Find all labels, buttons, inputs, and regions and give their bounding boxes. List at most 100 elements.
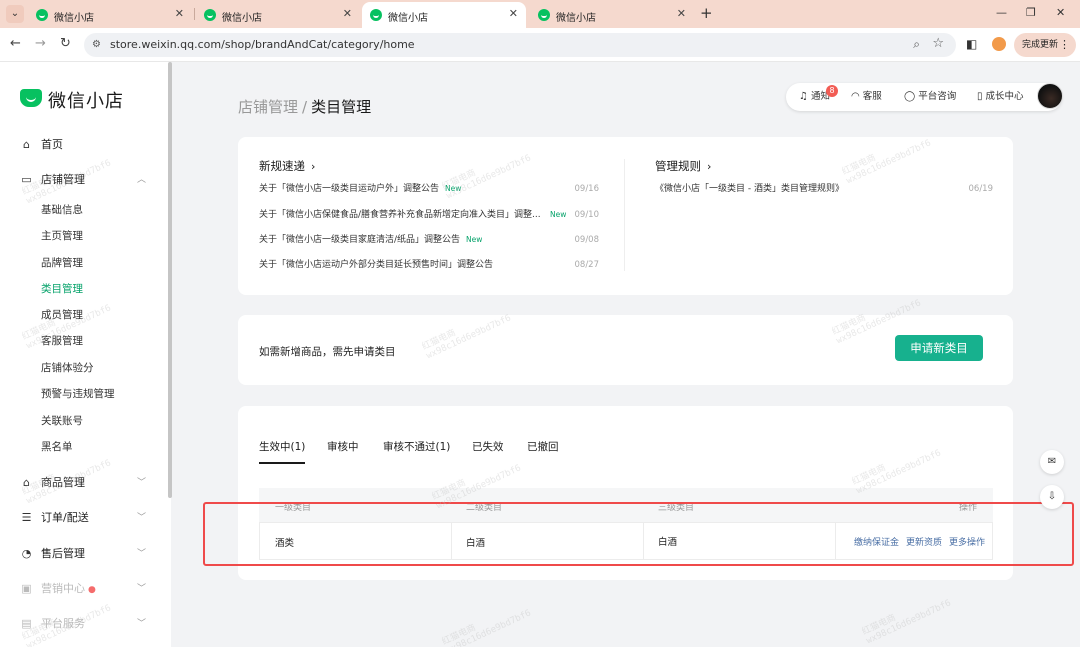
sidebar-item-label: 平台服务 <box>41 617 85 630</box>
breadcrumb-parent[interactable]: 店铺管理 <box>238 98 298 116</box>
bookmark-star-icon[interactable]: ☆ <box>932 36 944 51</box>
tab-reviewing[interactable]: 审核中 <box>327 440 359 454</box>
message-float-icon[interactable]: ✉ <box>1040 450 1064 474</box>
rules-title-text: 管理规则 <box>655 159 701 173</box>
news-item-title: 关于「微信小店保健食品/膳食营养补充食品新增定向准入类目」调整... <box>259 210 541 220</box>
sidebar-item-label: 售后管理 <box>41 547 85 560</box>
announcement-card: 新规速递 › 关于「微信小店一级类目运动户外」调整公告 New 09/16 关于「微… <box>238 137 1013 295</box>
chevron-down-icon: ﹀ <box>137 513 147 523</box>
new-badge: New <box>550 210 567 219</box>
sidebar-subitem-experience-score[interactable]: 店铺体验分 <box>41 361 94 375</box>
news-item-title: 关于「微信小店运动户外部分类目延长预售时间」调整公告 <box>259 260 494 270</box>
news-item[interactable]: 关于「微信小店运动户外部分类目延长预售时间」调整公告 08/27 <box>259 258 599 272</box>
page-title: 类目管理 <box>311 98 372 116</box>
profile-avatar-icon[interactable] <box>992 37 1006 51</box>
browser-tab[interactable]: 微信小店 ✕ <box>28 2 192 28</box>
news-item-date: 09/10 <box>574 210 600 220</box>
news-item[interactable]: 关于「微信小店一级类目运动户外」调整公告 New 09/16 <box>259 182 599 196</box>
browser-tab-active[interactable]: 微信小店 ✕ <box>362 2 526 28</box>
zoom-icon[interactable]: ⌕ <box>913 37 920 52</box>
tab-title: 微信小店 <box>222 13 262 24</box>
tab-close-icon[interactable]: ✕ <box>677 7 686 20</box>
sidebar-subitem-blacklist[interactable]: 黑名单 <box>41 440 73 454</box>
address-bar[interactable]: ⚙ store.weixin.qq.com/shop/brandAndCat/c… <box>84 33 956 57</box>
news-item-date: 08/27 <box>574 260 600 270</box>
news-item-date: 09/16 <box>574 184 600 194</box>
back-arrow-icon[interactable]: ← <box>10 37 21 51</box>
restore-icon[interactable]: ❐ <box>1026 6 1036 19</box>
update-button[interactable]: 完成更新 <box>1014 33 1076 57</box>
url-text[interactable]: store.weixin.qq.com/shop/brandAndCat/cat… <box>110 38 415 51</box>
wechat-store-favicon-icon <box>36 9 48 21</box>
window-close-icon[interactable]: ✕ <box>1056 6 1065 19</box>
chevron-right-icon: › <box>707 160 712 173</box>
forward-arrow-icon[interactable]: → <box>35 37 46 51</box>
wechat-store-logo-icon <box>20 89 42 107</box>
tab-expired[interactable]: 已失效 <box>472 440 504 454</box>
minimize-icon[interactable]: — <box>996 6 1007 19</box>
apply-category-card: 如需新增商品，需先申请类目 申请新类目 <box>238 315 1013 385</box>
news-item-title: 关于「微信小店一级类目家庭清洁/纸品」调整公告 New <box>259 235 483 245</box>
headset-icon: ◔ <box>21 547 32 560</box>
tab-divider <box>194 8 195 20</box>
sidebar-subitem-warnings[interactable]: 预警与违规管理 <box>41 387 115 401</box>
tab-active[interactable]: 生效中(1) <box>259 440 306 464</box>
logo-text: 微信小店 <box>48 91 124 112</box>
chevron-down-icon: ﹀ <box>137 584 147 594</box>
customer-service-button[interactable]: ◠ 客服 <box>851 91 882 103</box>
bag-icon: ⌂ <box>23 476 30 489</box>
sidebar-subitem-basic-info[interactable]: 基础信息 <box>41 203 83 217</box>
new-dot-badge: ● <box>88 585 96 595</box>
sidebar-subitem-brand[interactable]: 品牌管理 <box>41 256 83 270</box>
sidebar-subitem-linked-accounts[interactable]: 关联账号 <box>41 414 83 428</box>
bell-icon: ♫ <box>799 91 808 102</box>
sidebar-subitem-customer-service[interactable]: 客服管理 <box>41 334 83 348</box>
breadcrumb: 店铺管理 / 类目管理 <box>238 96 371 117</box>
sidebar-item-label: 店铺管理 <box>41 173 85 186</box>
tab-title: 微信小店 <box>556 13 596 24</box>
news-section-title[interactable]: 新规速递 › <box>259 159 315 174</box>
download-float-icon[interactable]: ⇩ <box>1040 485 1064 509</box>
tab-title: 微信小店 <box>388 13 428 24</box>
service-icon: ▤ <box>21 617 32 630</box>
reload-icon[interactable]: ↻ <box>60 37 71 51</box>
tab-withdrawn[interactable]: 已撤回 <box>527 440 559 454</box>
tab-search-chevron-icon[interactable]: ⌄ <box>6 5 24 23</box>
wechat-store-favicon-icon <box>204 9 216 21</box>
news-item[interactable]: 关于「微信小店一级类目家庭清洁/纸品」调整公告 New 09/08 <box>259 233 599 247</box>
headset-icon: ◠ <box>851 91 860 102</box>
site-info-icon[interactable]: ⚙ <box>92 39 104 51</box>
new-badge: New <box>445 184 462 193</box>
chat-bubble-icon: ◯ <box>904 91 916 102</box>
consult-label: 平台咨询 <box>918 91 957 102</box>
highlight-box <box>203 502 1074 566</box>
tab-close-icon[interactable]: ✕ <box>343 7 352 20</box>
sidebar: 微信小店 ⌂ 首页 ▭ 店铺管理 ︿ 基础信息 主页管理 品牌管理 类目管理 成… <box>0 62 172 647</box>
service-label: 客服 <box>862 91 882 102</box>
platform-consult-button[interactable]: ◯ 平台咨询 <box>904 91 956 103</box>
tab-close-icon[interactable]: ✕ <box>175 7 184 20</box>
notify-count-badge: 8 <box>826 85 838 97</box>
side-panel-icon[interactable]: ◧ <box>966 37 977 51</box>
browser-tab-bar: ⌄ 微信小店 ✕ 微信小店 ✕ 微信小店 ✕ 微信小店 ✕ + — ❐ ✕ <box>0 0 1080 28</box>
news-item-date: 09/08 <box>574 235 600 245</box>
order-icon: ☰ <box>21 511 32 524</box>
news-item[interactable]: 关于「微信小店保健食品/膳食营养补充食品新增定向准入类目」调整... New 0… <box>259 208 599 222</box>
rule-item-date: 06/19 <box>968 184 994 194</box>
home-icon: ⌂ <box>23 138 30 151</box>
rule-item[interactable]: 《微信小店「一级类目 - 酒类」类目管理规则》 06/19 <box>655 182 993 196</box>
growth-center-button[interactable]: ▯ 成长中心 <box>977 91 1024 103</box>
sidebar-subitem-members[interactable]: 成员管理 <box>41 308 83 322</box>
browser-tab[interactable]: 微信小店 ✕ <box>196 2 360 28</box>
sidebar-scrollbar[interactable] <box>168 62 172 498</box>
news-item-title: 关于「微信小店一级类目运动户外」调整公告 New <box>259 184 462 194</box>
tab-close-icon[interactable]: ✕ <box>509 7 518 20</box>
browser-tab[interactable]: 微信小店 ✕ <box>530 2 694 28</box>
sidebar-subitem-homepage[interactable]: 主页管理 <box>41 229 83 243</box>
rules-section-title[interactable]: 管理规则 › <box>655 159 711 174</box>
avatar[interactable] <box>1037 83 1063 109</box>
sidebar-subitem-category[interactable]: 类目管理 <box>41 282 83 296</box>
tab-rejected[interactable]: 审核不通过(1) <box>383 440 450 454</box>
new-tab-plus-icon[interactable]: + <box>700 5 713 21</box>
apply-new-category-button[interactable]: 申请新类目 <box>895 335 983 361</box>
